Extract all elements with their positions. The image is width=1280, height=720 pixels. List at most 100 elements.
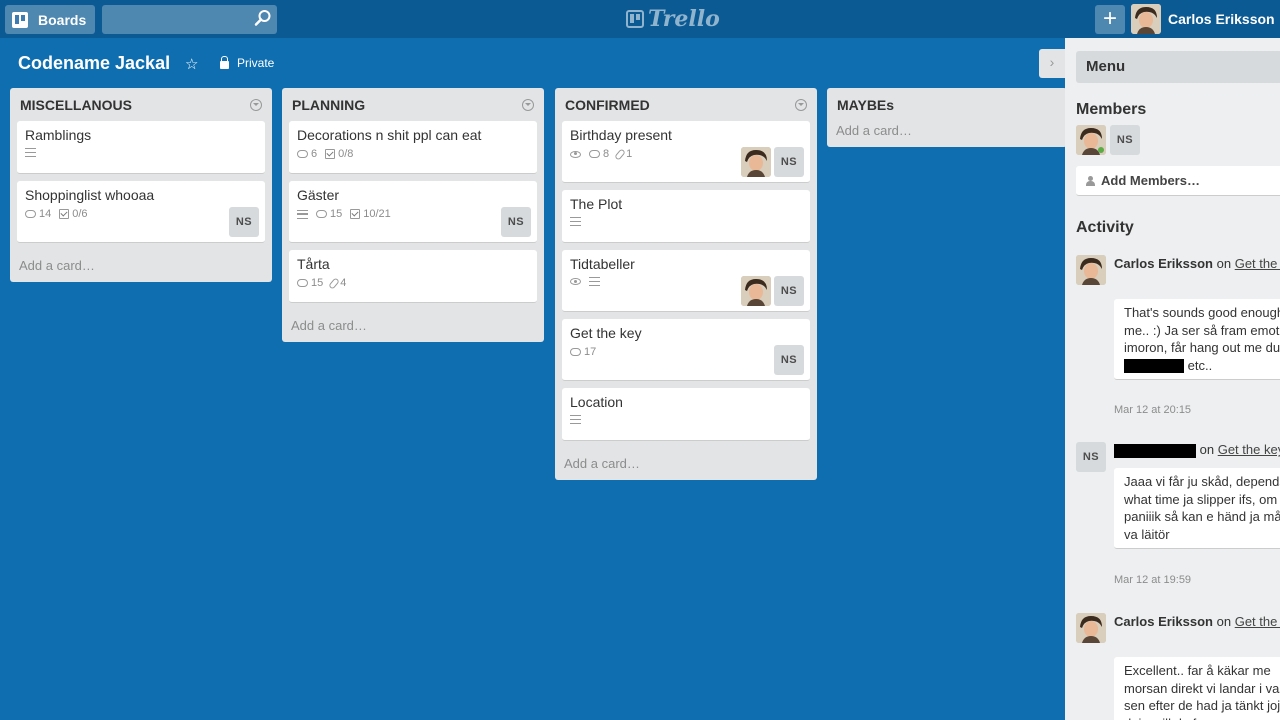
card-title: Decorations n shit ppl can eat (297, 127, 482, 143)
attachment-count: 4 (340, 277, 347, 289)
search-input[interactable] (102, 5, 277, 34)
list-menu-icon[interactable] (522, 98, 534, 111)
activity-header: Carlos Eriksson on Get the key (1114, 613, 1280, 631)
list-confirmed: CONFIRMED Birthday present 8 1 NS The Pl… (555, 88, 817, 480)
activity-card-link[interactable]: Get the key (1235, 614, 1280, 629)
add-card-button[interactable]: Add a card… (834, 121, 1060, 140)
list-planning: PLANNING Decorations n shit ppl can eat … (282, 88, 544, 342)
member-avatar-carlos[interactable] (741, 147, 771, 177)
comment-icon (570, 348, 581, 356)
list-title[interactable]: CONFIRMED (565, 97, 650, 113)
attachment-count: 1 (626, 148, 633, 160)
card-tarta[interactable]: Tårta 15 4 (289, 250, 537, 303)
member-avatar-ns[interactable]: NS (774, 276, 804, 306)
add-members-label: Add Members… (1101, 173, 1200, 188)
checklist-icon (325, 149, 336, 159)
list-menu-icon[interactable] (250, 98, 262, 111)
comment-icon (589, 150, 600, 158)
menu-title[interactable]: Menu (1076, 51, 1280, 83)
side-panel: Menu Members NS Add Members… Activity Ca… (1065, 38, 1280, 720)
activity-author[interactable]: Carlos Eriksson (1114, 256, 1213, 271)
comment-count: 17 (584, 346, 597, 358)
list-title[interactable]: MISCELLANOUS (20, 97, 132, 113)
comment-count: 15 (311, 277, 324, 289)
list-title[interactable]: MAYBEs (837, 97, 894, 113)
card-title: The Plot (570, 196, 623, 212)
card-gaster[interactable]: Gäster 15 10/21 NS (289, 181, 537, 243)
card-birthday-present[interactable]: Birthday present 8 1 NS (562, 121, 810, 183)
description-icon (297, 209, 308, 219)
list-title[interactable]: PLANNING (292, 97, 365, 113)
lock-icon (220, 55, 229, 69)
comment-icon (316, 210, 327, 218)
search-icon[interactable] (254, 9, 272, 27)
trello-logo[interactable]: Trello (626, 6, 720, 32)
card-tidtabeller[interactable]: Tidtabeller NS (562, 250, 810, 312)
visibility-label: Private (237, 56, 275, 70)
panel-toggle-button[interactable]: › (1039, 49, 1065, 78)
card-ramblings[interactable]: Ramblings (17, 121, 265, 174)
member-avatar-carlos[interactable] (1076, 125, 1106, 155)
add-members-button[interactable]: Add Members… (1076, 166, 1280, 196)
comment-count: 15 (330, 208, 343, 220)
user-name: Carlos Eriksson (1168, 11, 1275, 27)
comment-icon (297, 279, 308, 287)
activity-avatar-ns[interactable]: NS (1076, 442, 1106, 472)
boards-label: Boards (38, 11, 87, 28)
comment-icon (297, 150, 308, 158)
attachment-icon (328, 276, 341, 290)
activity-avatar[interactable] (1076, 255, 1106, 285)
member-avatar-ns[interactable]: NS (229, 207, 259, 237)
activity-card-link[interactable]: Get the key (1218, 442, 1280, 457)
checklist-icon (350, 209, 361, 219)
card-decorations[interactable]: Decorations n shit ppl can eat 6 0/8 (289, 121, 537, 174)
user-menu[interactable]: Carlos Eriksson (1131, 4, 1275, 34)
checklist-count: 0/6 (72, 208, 88, 220)
card-title: Birthday present (570, 127, 672, 143)
card-shoppinglist[interactable]: Shoppinglist whooaa 14 0/6 NS (17, 181, 265, 243)
star-icon[interactable]: ☆ (185, 55, 198, 73)
activity-date[interactable]: Mar 12 at 19:59 (1114, 574, 1191, 586)
activity-avatar[interactable] (1076, 613, 1106, 643)
member-avatar-ns[interactable]: NS (774, 345, 804, 375)
boards-button[interactable]: Boards (5, 5, 95, 34)
card-title: Get the key (570, 325, 642, 341)
board-title[interactable]: Codename Jackal (18, 53, 170, 74)
top-header: Boards Trello + Carlos Eriksson (0, 0, 1280, 38)
card-title: Shoppinglist whooaa (25, 187, 155, 203)
description-icon (25, 148, 36, 157)
redacted-text (1124, 359, 1184, 374)
member-avatar-ns[interactable]: NS (774, 147, 804, 177)
card-title: Location (570, 394, 623, 410)
list-menu-icon[interactable] (795, 98, 807, 111)
activity-date[interactable]: Mar 12 at 20:15 (1114, 404, 1191, 416)
add-card-button[interactable]: Add a card… (17, 250, 265, 275)
trello-logo-text: Trello (648, 6, 720, 32)
comment-count: 14 (39, 208, 52, 220)
add-button[interactable]: + (1095, 5, 1125, 34)
card-the-plot[interactable]: The Plot (562, 190, 810, 243)
add-card-button[interactable]: Add a card… (289, 310, 537, 335)
comment-count: 6 (311, 148, 318, 160)
checklist-icon (59, 209, 70, 219)
card-get-the-key[interactable]: Get the key 17 NS (562, 319, 810, 381)
card-title: Tårta (297, 256, 330, 272)
person-icon (1086, 175, 1095, 186)
member-avatar-ns[interactable]: NS (1110, 125, 1140, 155)
activity-heading: Activity (1076, 219, 1134, 236)
activity-author[interactable]: Carlos Eriksson (1114, 614, 1213, 629)
card-location[interactable]: Location (562, 388, 810, 441)
member-avatar-ns[interactable]: NS (501, 207, 531, 237)
visibility-button[interactable]: Private (220, 55, 275, 70)
description-icon (589, 277, 600, 286)
card-title: Ramblings (25, 127, 92, 143)
checklist-count: 10/21 (363, 208, 391, 220)
list-miscellanous: MISCELLANOUS Ramblings Shoppinglist whoo… (10, 88, 272, 282)
activity-comment: Excellent.. far å käkar me morsan direkt… (1114, 657, 1280, 720)
member-avatar-carlos[interactable] (741, 276, 771, 306)
comment-icon (25, 210, 36, 218)
add-card-button[interactable]: Add a card… (562, 448, 810, 473)
activity-card-link[interactable]: Get the key (1235, 256, 1280, 271)
card-title: Gäster (297, 187, 340, 203)
list-maybes: MAYBEs Add a card… (827, 88, 1067, 147)
